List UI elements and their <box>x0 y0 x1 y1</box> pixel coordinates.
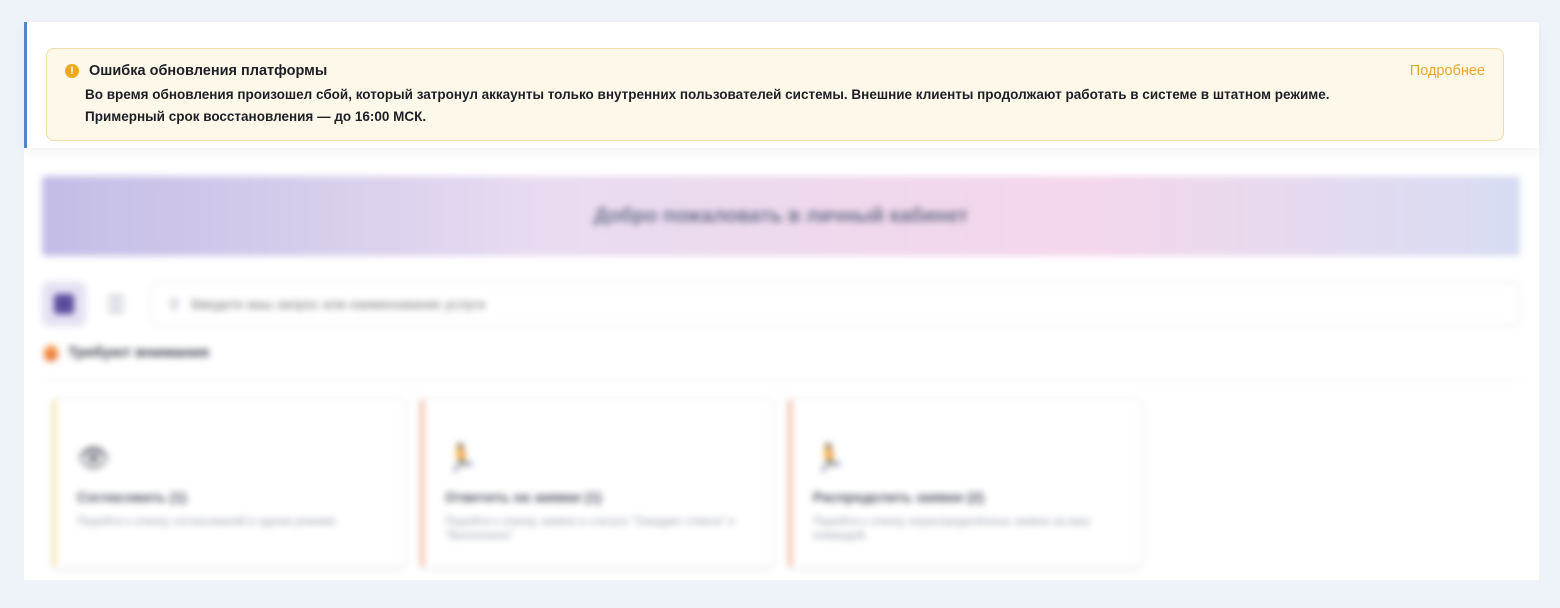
blurred-dashboard: Добро пожаловать в личный кабинет ⚲ Треб… <box>24 148 1539 580</box>
card-description: Перейти к списку согласований в одном ре… <box>77 516 336 528</box>
alert-more-link[interactable]: Подробнее <box>1410 63 1485 79</box>
runner-icon: 🏃 <box>445 443 478 473</box>
card-description: Перейти к списку заявок в статусе "Ожида… <box>445 516 735 542</box>
toolbar: ⚲ <box>42 282 1520 326</box>
card-title: Согласовать (1) <box>77 489 187 505</box>
grid-icon <box>54 294 74 314</box>
notification-panel: ! Ошибка обновления платформы Подробнее … <box>24 22 1539 148</box>
card-title: Ответить на заявки (1) <box>445 489 602 505</box>
alert-header: ! Ошибка обновления платформы Подробнее <box>65 62 1485 80</box>
card-title: Распределить заявки (2) <box>813 489 984 505</box>
app-frame: ! Ошибка обновления платформы Подробнее … <box>24 22 1539 580</box>
card-answer-requests[interactable]: 🏃 Ответить на заявки (1) Перейти к списк… <box>420 398 774 568</box>
attention-cards: 👁 Согласовать (1) Перейти к списку согла… <box>52 398 1152 580</box>
alert-message-line: Во время обновления произошел сбой, кото… <box>85 87 1330 102</box>
search-input[interactable] <box>191 296 1519 312</box>
fire-icon <box>44 344 58 361</box>
warning-icon: ! <box>65 64 79 78</box>
welcome-banner: Добро пожаловать в личный кабинет <box>42 176 1520 256</box>
card-description: Перейти к списку нераспределённых заявок… <box>813 516 1091 542</box>
grid-view-button[interactable] <box>42 282 86 326</box>
runner-icon: 🏃 <box>813 443 846 473</box>
section-title-text: Требуют внимания <box>68 344 210 361</box>
list-icon <box>108 296 124 312</box>
card-distribute-requests[interactable]: 🏃 Распределить заявки (2) Перейти к спис… <box>788 398 1142 568</box>
attention-section-title: Требуют внимания <box>44 344 209 361</box>
alert-title: Ошибка обновления платформы <box>89 63 328 79</box>
alert-recovery-time: Примерный срок восстановления — до 16:00… <box>85 109 427 124</box>
alert-message: Во время обновления произошел сбой, кото… <box>65 84 1485 128</box>
eye-icon: 👁 <box>77 443 111 473</box>
card-approve[interactable]: 👁 Согласовать (1) Перейти к списку согла… <box>52 398 406 568</box>
list-view-button[interactable] <box>94 282 138 326</box>
section-divider <box>42 380 1521 381</box>
platform-error-alert: ! Ошибка обновления платформы Подробнее … <box>46 48 1504 141</box>
welcome-text: Добро пожаловать в личный кабинет <box>593 204 969 227</box>
search-bar: ⚲ <box>150 282 1520 326</box>
search-icon: ⚲ <box>169 295 180 312</box>
